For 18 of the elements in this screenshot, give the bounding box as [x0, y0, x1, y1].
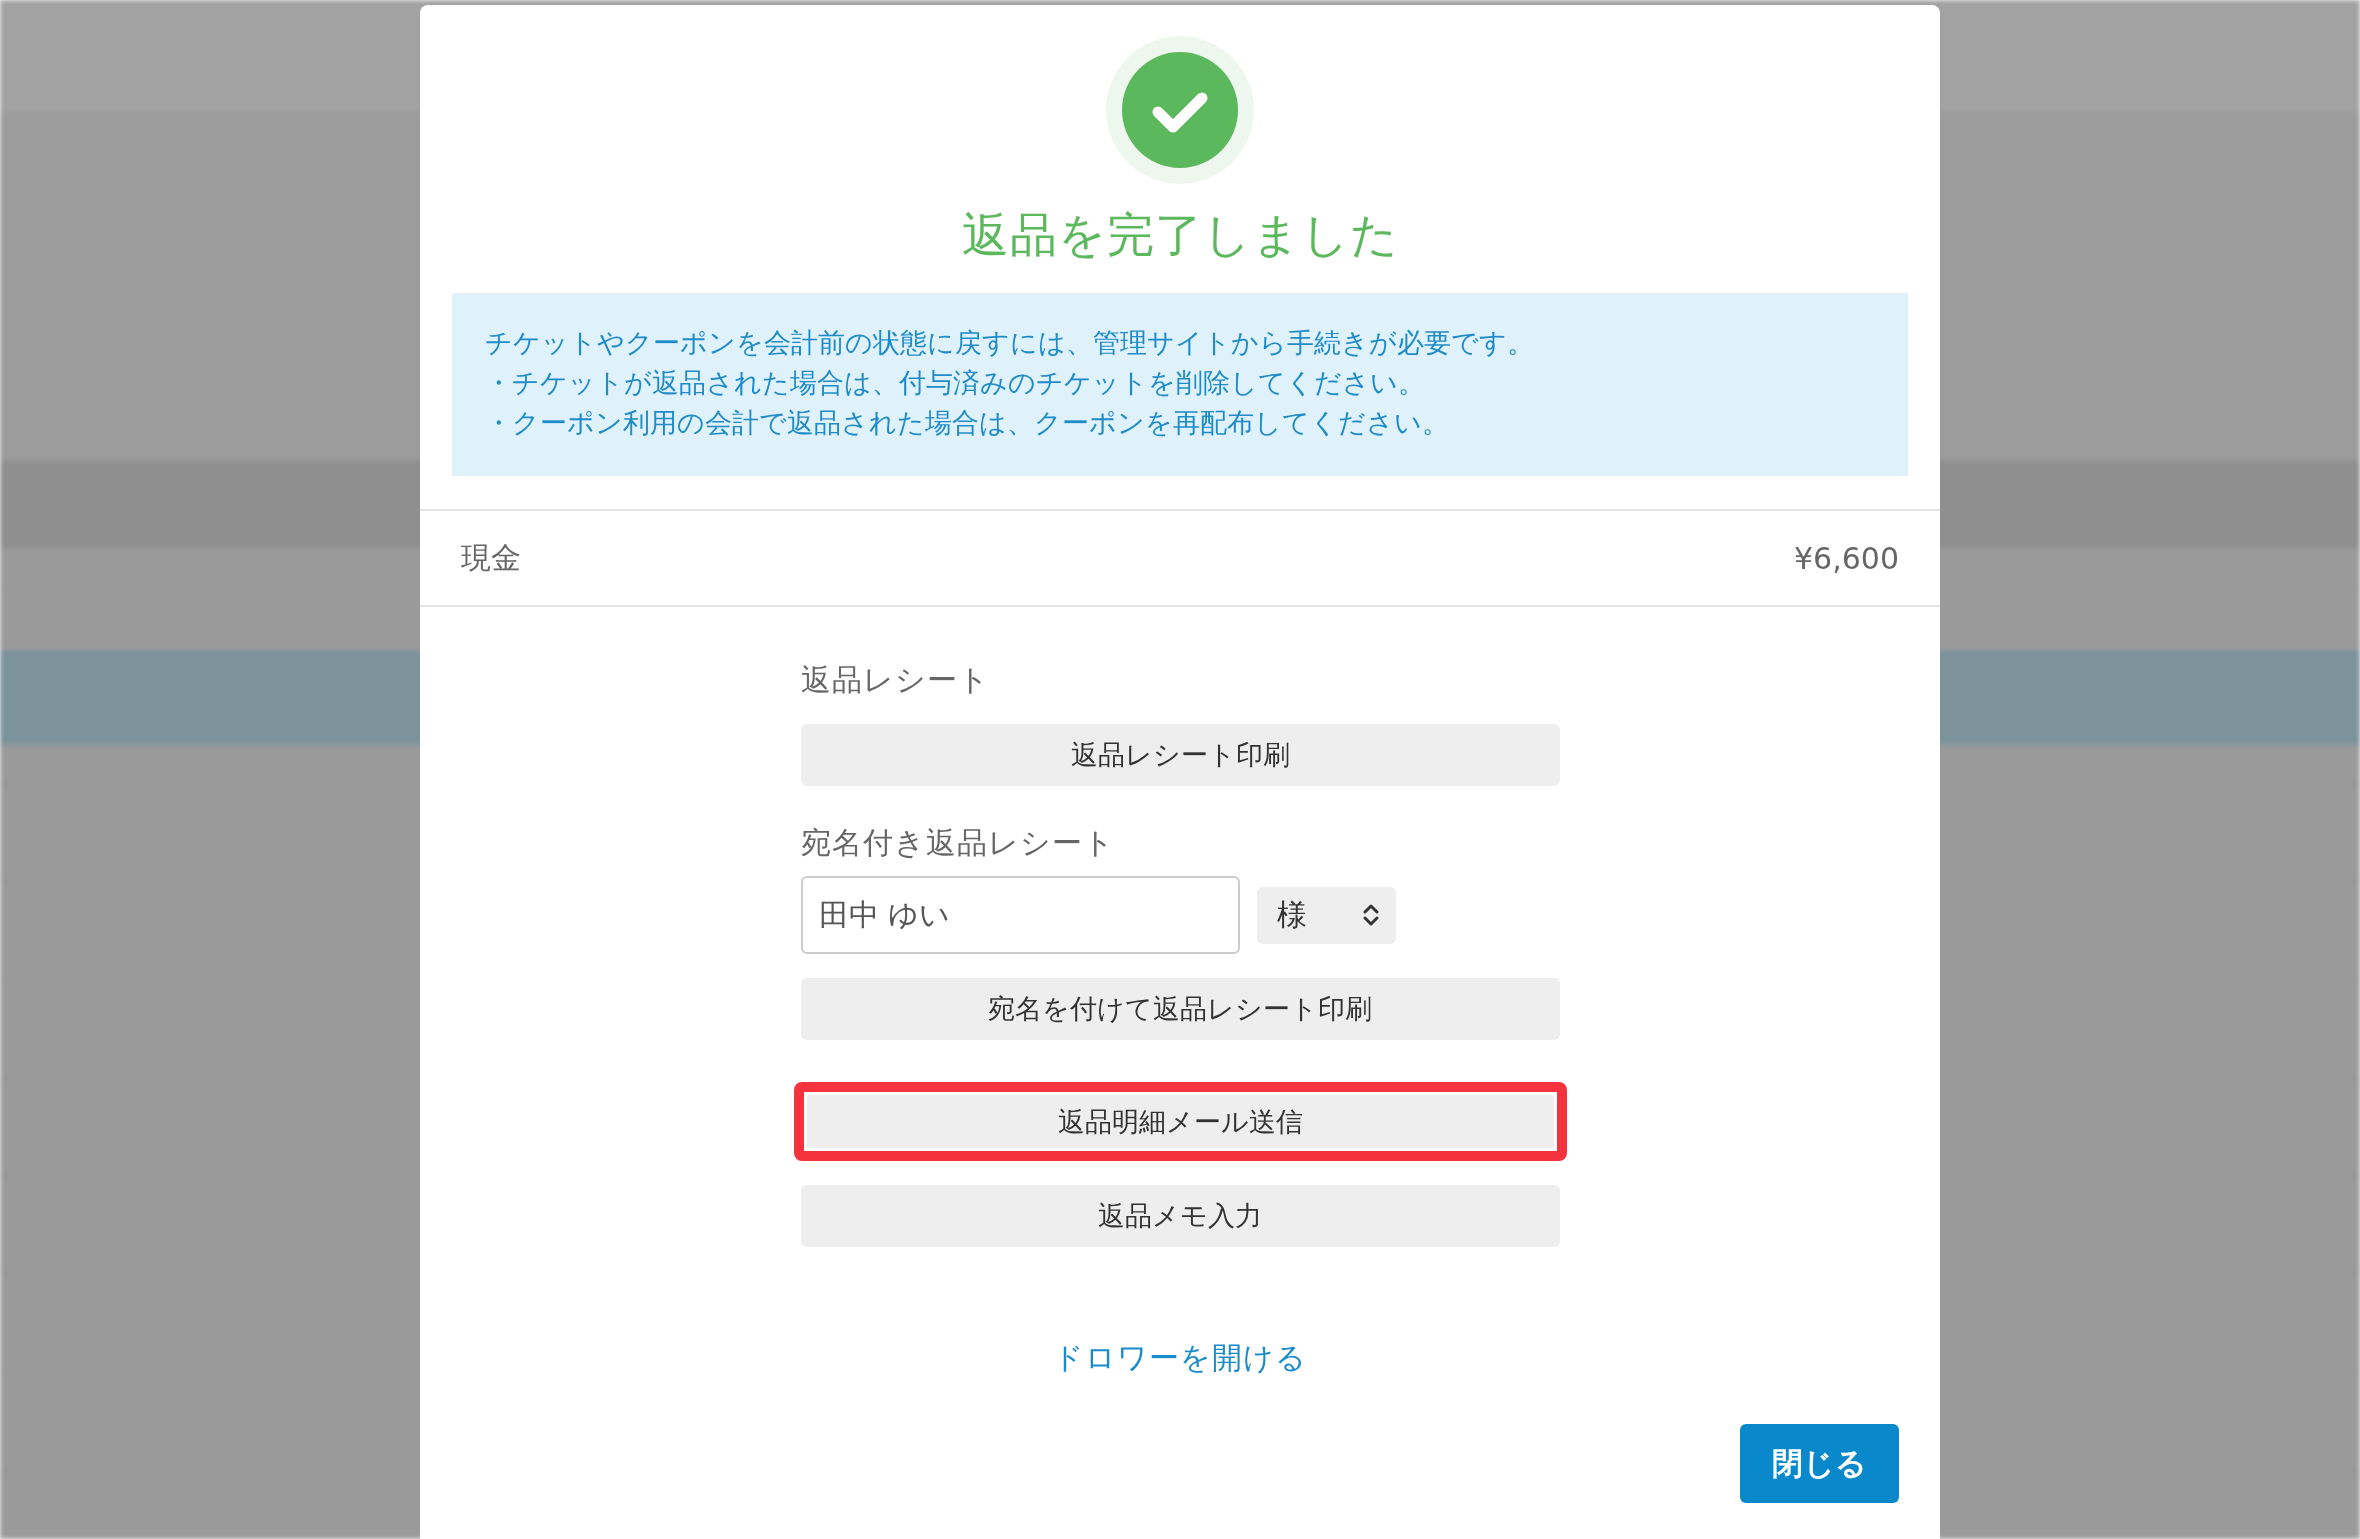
payment-method: 現金 [461, 538, 521, 577]
payment-amount: ¥6,600 [1794, 540, 1899, 576]
notice-text: ・チケットが返品された場合は、付与済みのチケットを削除してください。 [485, 366, 1426, 400]
dialog-title: 返品を完了しました [961, 206, 1399, 264]
success-check-icon [1106, 36, 1254, 184]
honorific-select[interactable]: 様 [1256, 886, 1396, 944]
open-drawer-link[interactable]: ドロワーを開ける [1053, 1338, 1307, 1378]
name-input[interactable]: 田中 ゆい [800, 876, 1240, 954]
action-button[interactable]: 返品レシート印刷 [800, 724, 1560, 786]
caret-icon [1361, 902, 1380, 928]
close-button[interactable]: 閉じる [1740, 1424, 1899, 1503]
action-button[interactable]: 返品明細メール送信 [806, 1095, 1554, 1148]
action-button[interactable]: 返品メモ入力 [800, 1185, 1560, 1247]
notice-text: チケットやクーポンを会計前の状態に戻すには、管理サイトから手続きが必要です。 [485, 326, 1535, 360]
action-button[interactable]: 宛名を付けて返品レシート印刷 [800, 978, 1560, 1040]
notice-text: ・クーポン利用の会計で返品された場合は、クーポンを再配布してください。 [485, 406, 1450, 440]
section-heading: 返品レシート [800, 661, 991, 699]
section-heading: 宛名付き返品レシート [800, 824, 1116, 862]
